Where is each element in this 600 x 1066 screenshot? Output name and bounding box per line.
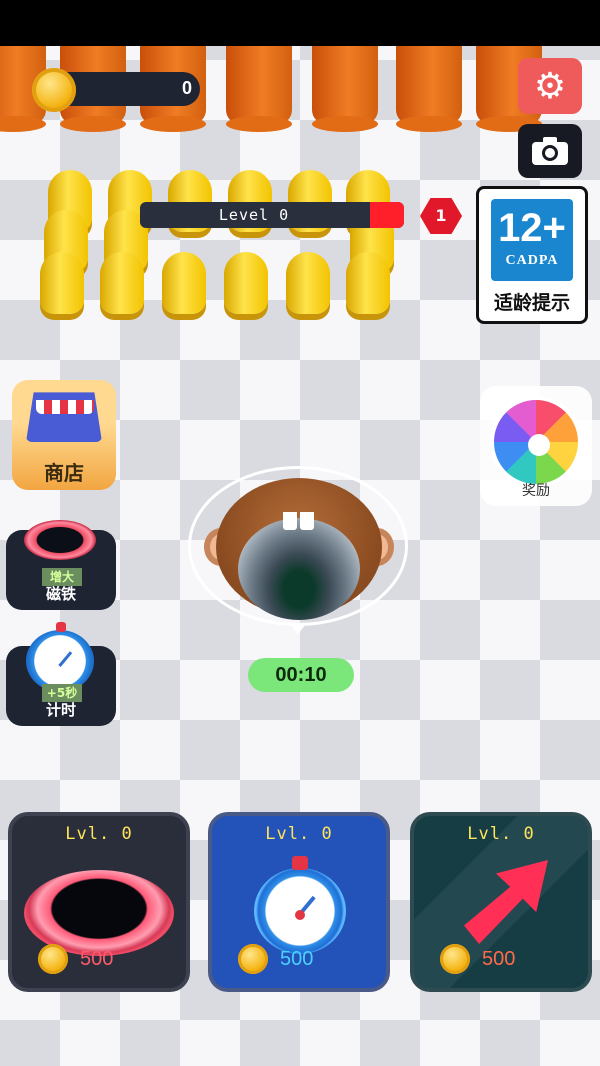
upgrade-time-card[interactable]: Lvl. 0 500 <box>208 812 390 992</box>
magnet-booster-button[interactable]: 增大 磁铁 <box>6 520 116 610</box>
card-level: Lvl. 0 <box>467 824 535 844</box>
age-rating-number: 12+ <box>498 206 566 250</box>
yellow-peg <box>286 252 330 314</box>
coin-icon <box>32 68 76 112</box>
level-label: Level 0 <box>218 206 290 224</box>
coin-icon <box>38 944 68 974</box>
coin-icon <box>238 944 268 974</box>
ring-icon <box>24 520 96 560</box>
level-progress-fill <box>369 202 404 228</box>
yellow-peg <box>224 252 268 314</box>
camera-button[interactable] <box>518 124 582 178</box>
card-price: 500 <box>280 948 314 970</box>
camera-icon <box>532 137 568 165</box>
upgrade-size-card[interactable]: Lvl. 0 500 <box>8 812 190 992</box>
time-label: 计时 <box>45 701 76 719</box>
shop-button[interactable]: 商店 <box>12 380 116 490</box>
coin-count: 0 <box>181 78 192 98</box>
stopwatch-icon <box>26 622 94 692</box>
status-bar <box>0 0 600 46</box>
gear-icon: ⚙ <box>533 65 567 107</box>
card-level: Lvl. 0 <box>65 824 133 844</box>
age-rating-org: CADPA <box>505 253 559 268</box>
orange-pillar <box>226 46 292 132</box>
age-rating-badge[interactable]: 12+ CADPA 适龄提示 <box>476 186 588 324</box>
card-level: Lvl. 0 <box>265 824 333 844</box>
monkey-tooth <box>283 512 297 530</box>
level-progress-bar: Level 0 <box>140 202 404 228</box>
upgrade-speed-card[interactable]: Lvl. 0 500 <box>410 812 592 992</box>
direction-pointer <box>290 624 306 634</box>
monkey-tooth <box>300 512 314 530</box>
yellow-peg <box>40 252 84 314</box>
stopwatch-icon <box>254 856 346 954</box>
time-booster-button[interactable]: +5秒 计时 <box>6 622 116 726</box>
magnet-label: 磁铁 <box>45 585 76 603</box>
age-rating-label: 适龄提示 <box>493 292 570 314</box>
reward-wheel-button[interactable]: 奖励 <box>480 386 592 506</box>
age-rating-emblem: 12+ CADPA <box>491 199 573 281</box>
yellow-peg <box>346 252 390 314</box>
settings-button[interactable]: ⚙ <box>518 58 582 114</box>
countdown-timer: 00:10 <box>248 658 354 692</box>
shop-awning-icon <box>36 400 94 414</box>
orange-pillar <box>312 46 378 132</box>
orange-pillar <box>396 46 462 132</box>
card-price: 500 <box>80 948 114 970</box>
yellow-peg <box>100 252 144 314</box>
coin-icon <box>440 944 470 974</box>
shop-label: 商店 <box>44 461 84 485</box>
reward-label: 奖励 <box>522 483 550 499</box>
prize-wheel-icon <box>490 396 582 488</box>
monkey-mouth-hole <box>238 518 360 620</box>
card-price: 500 <box>482 948 516 970</box>
rank-badge: 1 <box>420 198 462 234</box>
yellow-peg <box>162 252 206 314</box>
